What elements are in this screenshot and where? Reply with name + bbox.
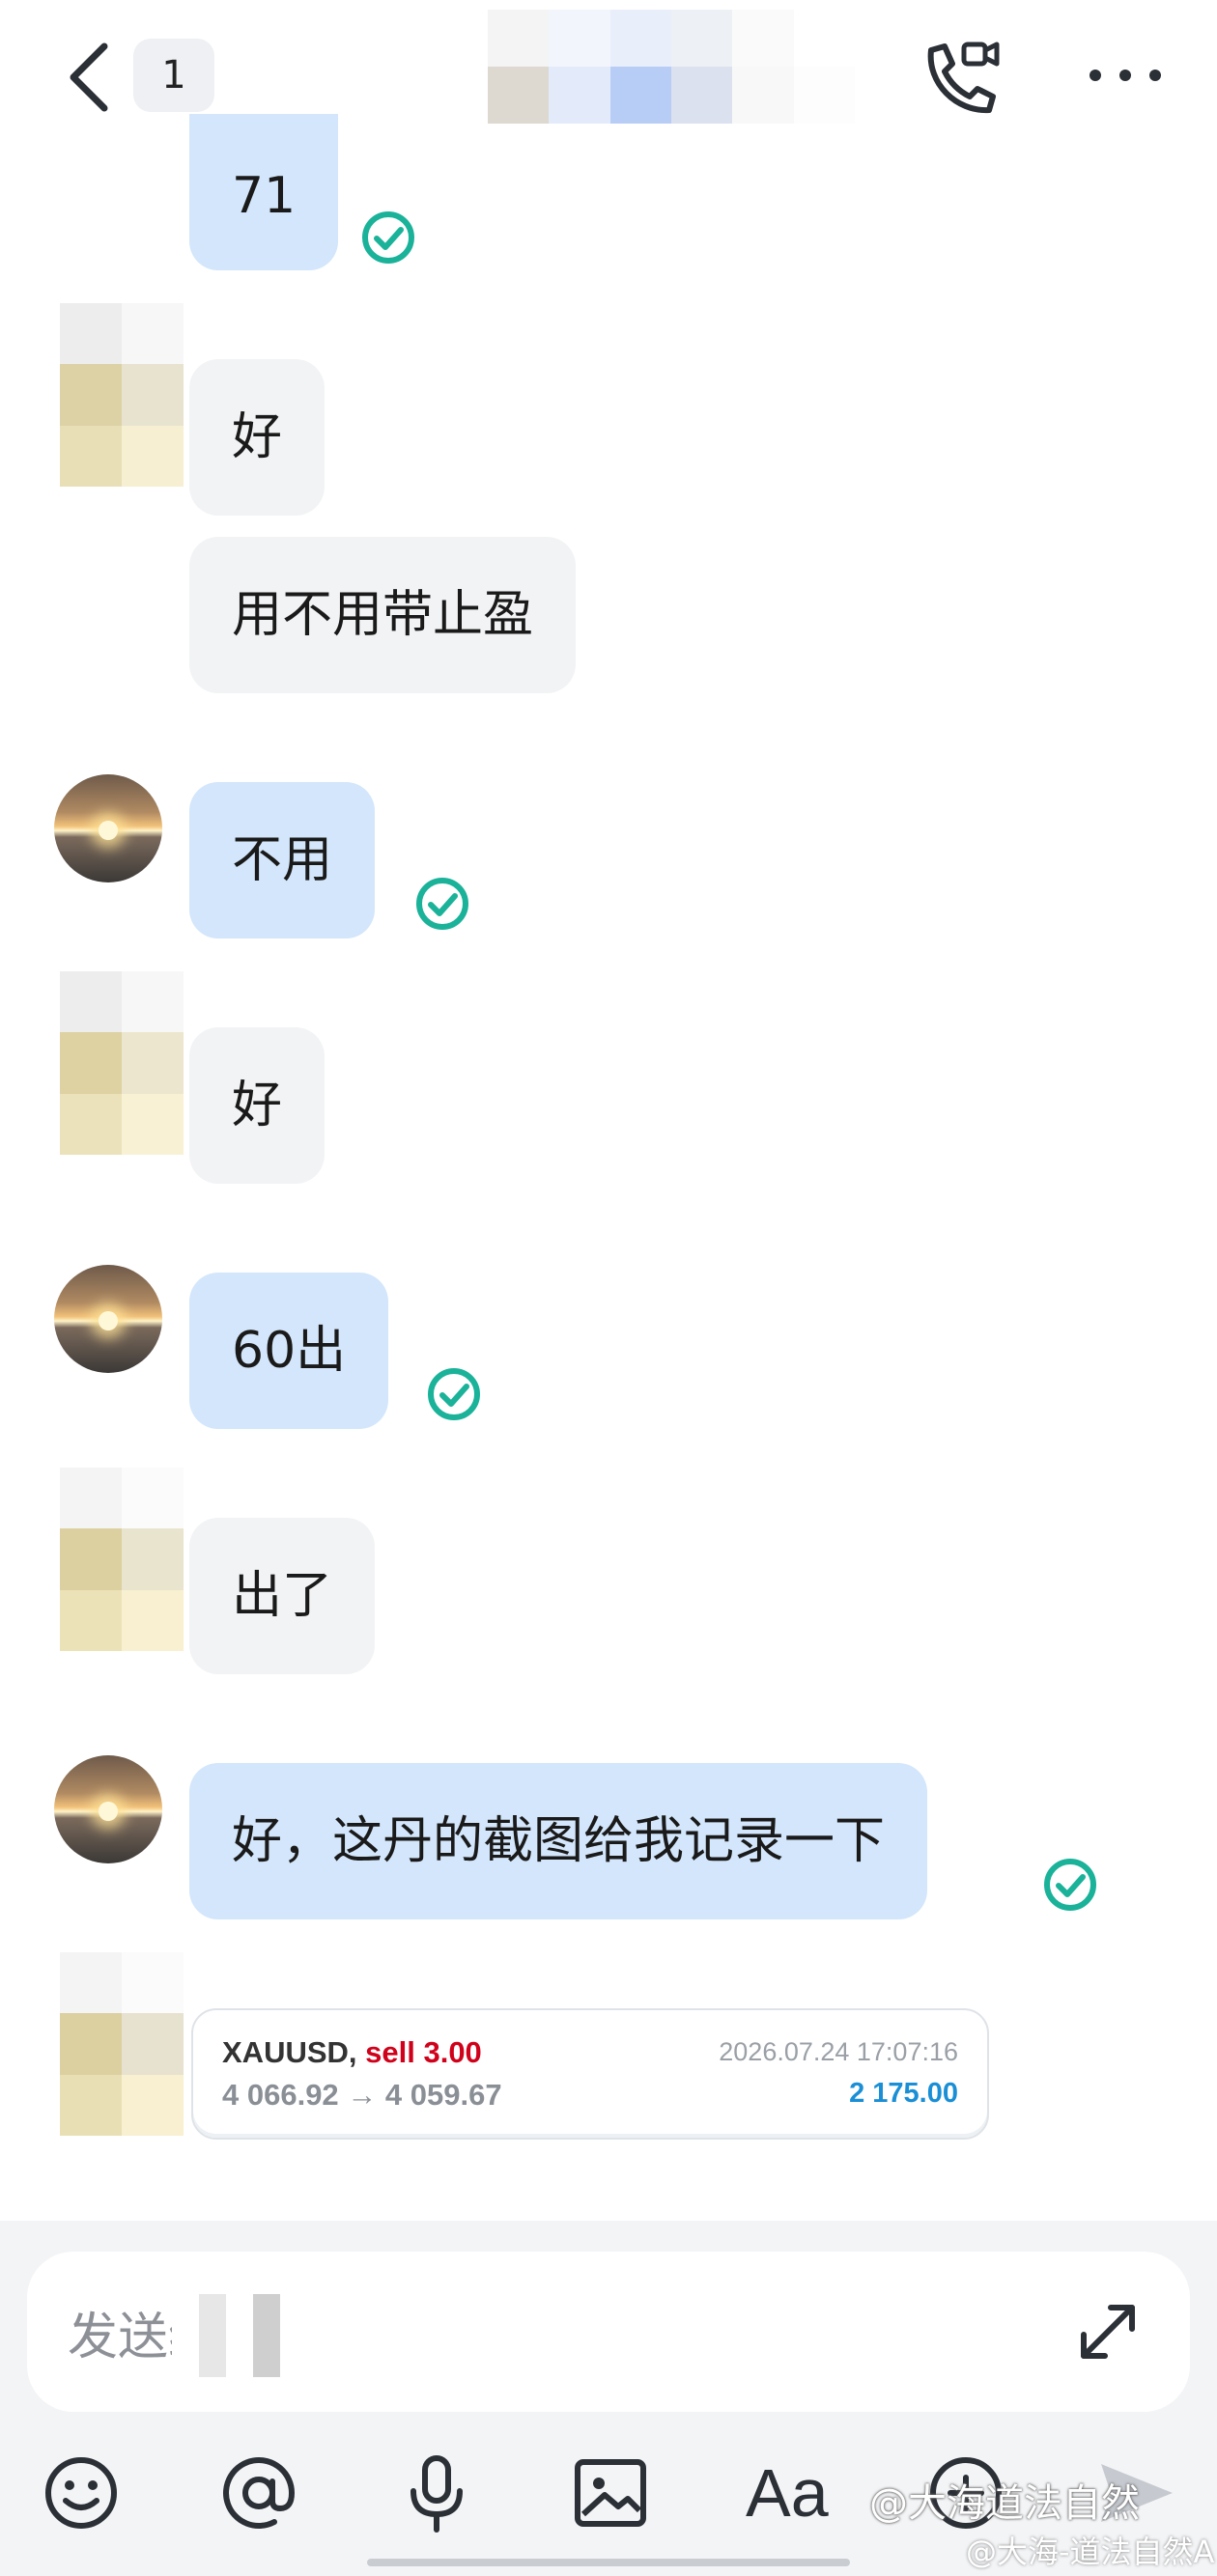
chevron-left-icon[interactable]	[60, 39, 118, 116]
message-bubble-mine[interactable]: 60出	[189, 1273, 389, 1429]
avatar-redacted[interactable]	[60, 1952, 184, 2136]
avatar-mine[interactable]	[54, 1755, 162, 1863]
check-circle-icon	[416, 878, 468, 930]
trade-symbol-line: XAUUSD, sell 3.00	[222, 2035, 482, 2070]
more-dots-icon[interactable]	[1082, 58, 1169, 97]
message-bubble-theirs[interactable]: 用不用带止盈	[189, 537, 577, 693]
message-bubble-theirs[interactable]: 出了	[189, 1518, 376, 1674]
image-icon[interactable]	[570, 2452, 651, 2534]
expand-arrows-icon[interactable]	[1072, 2296, 1144, 2367]
video-call-icon[interactable]	[918, 33, 1005, 120]
trade-profit: 2 175.00	[849, 2078, 958, 2109]
message-bubble-mine[interactable]: 好，这丹的截图给我记录一下	[189, 1763, 928, 1919]
trade-timestamp: 2026.07.24 17:07:16	[719, 2037, 958, 2066]
trade-symbol: XAUUSD,	[222, 2035, 357, 2069]
emoji-icon[interactable]	[41, 2452, 122, 2534]
check-circle-icon	[1044, 1859, 1096, 1911]
avatar-redacted[interactable]	[60, 971, 184, 1155]
trade-result-card[interactable]: XAUUSD, sell 3.00 4 066.92 → 4 059.67 20…	[191, 2008, 989, 2140]
message-bubble-theirs[interactable]: 好	[189, 1027, 325, 1184]
message-bubble-mine[interactable]: 不用	[189, 782, 376, 938]
avatar-redacted[interactable]	[60, 1468, 184, 1651]
text-format-button[interactable]: Aa	[746, 2454, 829, 2532]
unread-count-badge[interactable]: 1	[133, 39, 214, 112]
avatar-mine[interactable]	[54, 774, 162, 882]
trade-side: sell 3.00	[365, 2035, 482, 2069]
avatar-redacted[interactable]	[60, 303, 184, 487]
trade-prices: 4 066.92 → 4 059.67	[222, 2078, 502, 2112]
at-icon[interactable]	[218, 2452, 299, 2534]
message-bubble-theirs[interactable]: 好	[189, 359, 325, 516]
home-indicator[interactable]	[367, 2559, 850, 2566]
contact-name-redacted	[488, 10, 855, 124]
check-circle-icon	[428, 1368, 480, 1420]
message-bubble-mine[interactable]: 71	[189, 114, 339, 270]
microphone-icon[interactable]	[396, 2452, 477, 2534]
check-circle-icon	[362, 211, 414, 264]
avatar-mine[interactable]	[54, 1265, 162, 1373]
watermark-line-2: @大海-道法自然A	[966, 2534, 1215, 2570]
watermark-line-1: @大海道法自然	[869, 2481, 1140, 2526]
recipient-name-redacted	[172, 2294, 307, 2377]
